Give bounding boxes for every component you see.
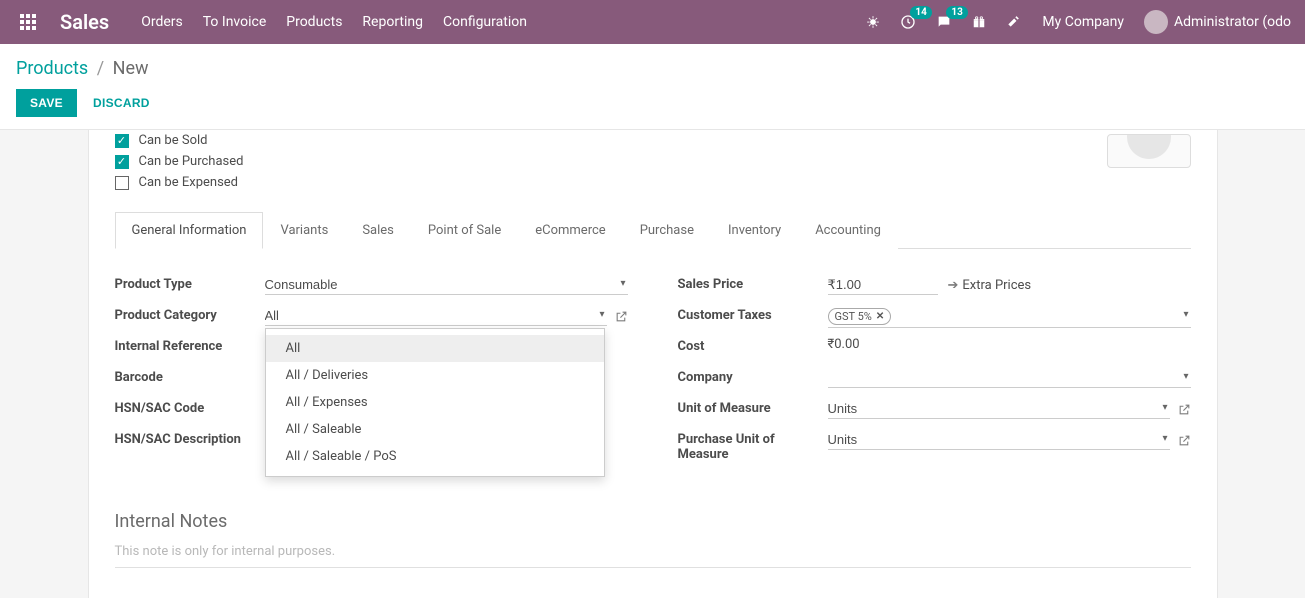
product-category-label: Product Category bbox=[115, 306, 265, 323]
tab-accounting[interactable]: Accounting bbox=[798, 212, 898, 249]
tab-purchase[interactable]: Purchase bbox=[623, 212, 711, 249]
can-be-sold-row[interactable]: ✓ Can be Sold bbox=[115, 130, 1191, 151]
tab-ecommerce[interactable]: eCommerce bbox=[518, 212, 622, 249]
menu-reporting[interactable]: Reporting bbox=[352, 0, 433, 44]
checkbox-checked-icon: ✓ bbox=[115, 134, 129, 148]
arrow-right-icon: ➔ bbox=[948, 278, 959, 293]
app-brand[interactable]: Sales bbox=[48, 10, 131, 34]
user-name: Administrator (odo bbox=[1174, 14, 1291, 30]
hsn-desc-label: HSN/SAC Description bbox=[115, 430, 265, 447]
customer-taxes-field[interactable]: GST 5% ✕ bbox=[828, 306, 1191, 328]
save-button[interactable]: SAVE bbox=[16, 89, 77, 117]
breadcrumb-current: New bbox=[113, 58, 149, 79]
right-column: Sales Price ➔ Extra Prices Customer Taxe… bbox=[678, 275, 1191, 471]
left-column: Product Type ▾ Product Category ▾ bbox=[115, 275, 628, 471]
purchase-uom-label: Purchase Unit of Measure bbox=[678, 430, 828, 462]
hsn-code-label: HSN/SAC Code bbox=[115, 399, 265, 416]
checkbox-label: Can be Expensed bbox=[139, 175, 239, 190]
dropdown-option[interactable]: All / Deliveries bbox=[266, 362, 604, 389]
company-label: Company bbox=[678, 368, 828, 385]
user-menu[interactable]: Administrator (odo bbox=[1138, 10, 1297, 34]
product-type-select[interactable] bbox=[265, 275, 628, 295]
product-type-label: Product Type bbox=[115, 275, 265, 292]
tab-point-of-sale[interactable]: Point of Sale bbox=[411, 212, 518, 249]
remove-tag-icon[interactable]: ✕ bbox=[876, 311, 884, 322]
dropdown-option[interactable]: All / Expenses bbox=[266, 389, 604, 416]
checkbox-unchecked-icon bbox=[115, 176, 129, 190]
notebook-tabs: General Information Variants Sales Point… bbox=[115, 211, 1191, 249]
barcode-label: Barcode bbox=[115, 368, 265, 385]
tax-tag: GST 5% ✕ bbox=[828, 308, 892, 325]
product-image-placeholder[interactable] bbox=[1107, 134, 1191, 168]
discard-button[interactable]: DISCARD bbox=[89, 89, 154, 117]
purchase-uom-select[interactable] bbox=[828, 430, 1170, 450]
cost-label: Cost bbox=[678, 337, 828, 354]
debug-icon[interactable] bbox=[858, 0, 888, 44]
internal-notes-field[interactable]: This note is only for internal purposes. bbox=[115, 544, 1191, 568]
sales-price-label: Sales Price bbox=[678, 275, 828, 292]
dropdown-option[interactable]: All bbox=[266, 335, 604, 362]
customer-taxes-label: Customer Taxes bbox=[678, 306, 828, 323]
can-be-expensed-row[interactable]: Can be Expensed bbox=[115, 172, 1191, 193]
menu-to-invoice[interactable]: To Invoice bbox=[193, 0, 277, 44]
product-category-select[interactable] bbox=[265, 306, 607, 326]
can-be-purchased-row[interactable]: ✓ Can be Purchased bbox=[115, 151, 1191, 172]
checkbox-checked-icon: ✓ bbox=[115, 155, 129, 169]
tab-general-information[interactable]: General Information bbox=[115, 212, 264, 249]
menu-configuration[interactable]: Configuration bbox=[433, 0, 537, 44]
company-switcher[interactable]: My Company bbox=[1032, 14, 1134, 30]
uom-label: Unit of Measure bbox=[678, 399, 828, 416]
tab-sales[interactable]: Sales bbox=[345, 212, 411, 249]
internal-notes-title: Internal Notes bbox=[115, 511, 1191, 532]
cost-value: ₹0.00 bbox=[828, 337, 860, 352]
apps-icon[interactable] bbox=[8, 14, 48, 30]
tab-variants[interactable]: Variants bbox=[263, 212, 345, 249]
external-link-icon[interactable] bbox=[1178, 434, 1191, 447]
main-menu: Orders To Invoice Products Reporting Con… bbox=[131, 0, 537, 44]
tab-inventory[interactable]: Inventory bbox=[711, 212, 798, 249]
sales-price-input[interactable] bbox=[828, 275, 938, 295]
menu-orders[interactable]: Orders bbox=[131, 0, 193, 44]
discuss-icon[interactable]: 13 bbox=[928, 0, 960, 44]
external-link-icon[interactable] bbox=[1178, 403, 1191, 416]
product-category-dropdown: All All / Deliveries All / Expenses All … bbox=[265, 328, 605, 477]
extra-prices-link[interactable]: ➔ Extra Prices bbox=[948, 278, 1032, 293]
breadcrumb-parent[interactable]: Products bbox=[16, 58, 88, 79]
checkbox-label: Can be Sold bbox=[139, 133, 208, 148]
dropdown-option[interactable]: All / Saleable bbox=[266, 416, 604, 443]
company-select[interactable] bbox=[828, 368, 1191, 388]
avatar bbox=[1144, 10, 1168, 34]
top-navbar: Sales Orders To Invoice Products Reporti… bbox=[0, 0, 1305, 44]
gift-icon[interactable] bbox=[964, 0, 994, 44]
breadcrumb: Products / New bbox=[0, 44, 1305, 83]
checkbox-label: Can be Purchased bbox=[139, 154, 244, 169]
uom-select[interactable] bbox=[828, 399, 1170, 419]
external-link-icon[interactable] bbox=[615, 310, 628, 323]
dropdown-option[interactable]: All / Saleable / PoS bbox=[266, 443, 604, 470]
internal-reference-label: Internal Reference bbox=[115, 337, 265, 354]
menu-products[interactable]: Products bbox=[276, 0, 352, 44]
form-sheet: ✓ Can be Sold ✓ Can be Purchased Can be … bbox=[88, 130, 1218, 598]
control-panel: Products / New SAVE DISCARD bbox=[0, 44, 1305, 130]
activities-icon[interactable]: 14 bbox=[892, 0, 924, 44]
breadcrumb-separator: / bbox=[93, 58, 108, 79]
tools-icon[interactable] bbox=[998, 0, 1028, 44]
